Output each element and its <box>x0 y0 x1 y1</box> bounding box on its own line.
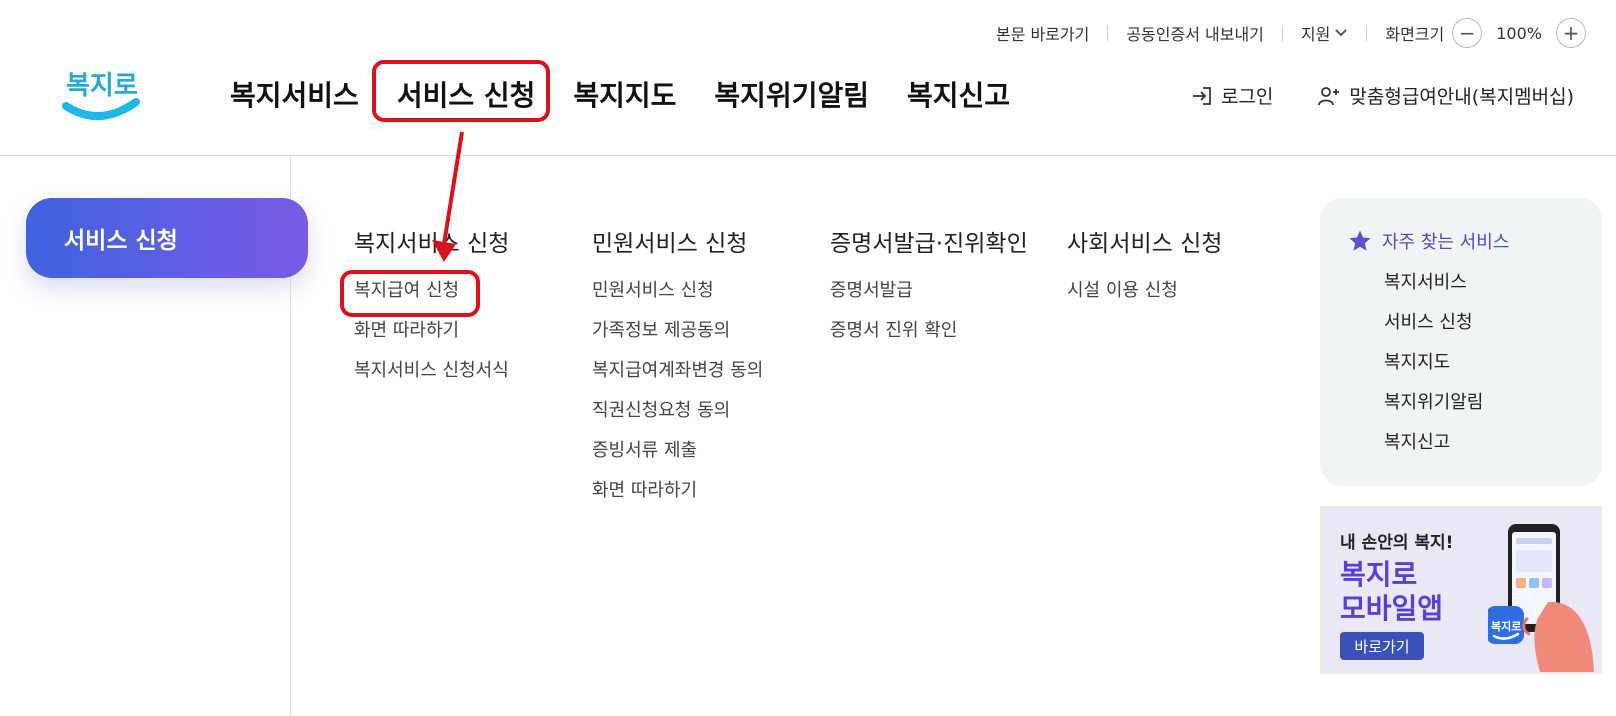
favorite-item[interactable]: 복지지도 <box>1384 352 1483 392</box>
favorite-services-panel: 자주 찾는 서비스 복지서비스 서비스 신청 복지지도 복지위기알림 복지신고 <box>1320 198 1602 486</box>
favorite-item[interactable]: 복지신고 <box>1384 432 1483 472</box>
menu-item-civil-service-application[interactable]: 민원서비스 신청 <box>592 280 763 320</box>
divider <box>1107 25 1109 41</box>
menu-column-title[interactable]: 복지서비스 신청 <box>354 224 509 258</box>
app-icon-label: 복지로 <box>1491 619 1521 633</box>
menu-column-certificates: 증명서발급·진위확인 증명서발급 증명서 진위 확인 <box>830 224 1028 360</box>
menu-item-account-change-consent[interactable]: 복지급여계좌변경 동의 <box>592 360 763 400</box>
menu-column-social-service: 사회서비스 신청 시설 이용 신청 <box>1067 224 1222 320</box>
menu-column-title[interactable]: 사회서비스 신청 <box>1067 224 1222 258</box>
language-select[interactable]: 지원 <box>1301 21 1348 45</box>
skip-to-content-link[interactable]: 본문 바로가기 <box>996 21 1089 45</box>
nav-welfare-report[interactable]: 복지신고 <box>907 74 1010 114</box>
membership-link[interactable]: 맞춤형급여안내(복지멤버십) <box>1317 82 1574 109</box>
zoom-in-button[interactable]: + <box>1556 18 1586 48</box>
bokjiro-logo[interactable]: 복지로 <box>62 58 140 128</box>
menu-item-family-info-consent[interactable]: 가족정보 제공동의 <box>592 320 763 360</box>
nav-welfare-crisis-alert[interactable]: 복지위기알림 <box>714 74 869 114</box>
language-label: 지원 <box>1300 25 1331 44</box>
zoom-value: 100% <box>1496 23 1542 43</box>
favorite-item[interactable]: 복지위기알림 <box>1384 392 1483 432</box>
mobile-app-banner[interactable]: 내 손안의 복지! 복지로 모바일앱 바로가기 복지로 <box>1320 506 1602 674</box>
login-label: 로그인 <box>1220 86 1274 108</box>
menu-column-title[interactable]: 증명서발급·진위확인 <box>830 224 1028 258</box>
menu-item-ex-officio-request[interactable]: 직권신청요청 동의 <box>592 400 763 440</box>
nav-welfare-service[interactable]: 복지서비스 <box>230 74 359 114</box>
favorite-item[interactable]: 복지서비스 <box>1384 272 1483 312</box>
phone-in-hand-icon: 복지로 <box>1488 524 1594 672</box>
logo-text: 복지로 <box>66 71 138 101</box>
menu-item-document-submission[interactable]: 증빙서류 제출 <box>592 440 763 480</box>
main-navigation: 복지서비스 서비스 신청 복지지도 복지위기알림 복지신고 <box>230 72 1010 116</box>
submenu-title: 서비스 신청 <box>26 198 308 278</box>
header-links: 로그인 맞춤형급여안내(복지멤버십) <box>1191 82 1574 109</box>
zoom-out-button[interactable]: − <box>1452 18 1483 48</box>
menu-item-certificate-issue[interactable]: 증명서발급 <box>830 280 1028 320</box>
chevron-down-icon <box>1335 29 1348 37</box>
divider <box>1366 25 1368 41</box>
menu-column-civil-service: 민원서비스 신청 민원서비스 신청 가족정보 제공동의 복지급여계좌변경 동의 … <box>592 224 763 520</box>
header-divider <box>0 155 1616 156</box>
menu-item-application-forms[interactable]: 복지서비스 신청서식 <box>354 360 509 400</box>
banner-tagline: 내 손안의 복지! <box>1340 533 1454 553</box>
user-add-icon <box>1318 86 1340 105</box>
menu-item-certificate-verify[interactable]: 증명서 진위 확인 <box>830 320 1028 360</box>
divider <box>1281 25 1283 41</box>
banner-headline: 복지로 모바일앱 <box>1340 558 1444 625</box>
zoom-control: 화면크기 − 100% + <box>1385 18 1586 48</box>
membership-label: 맞춤형급여안내(복지멤버십) <box>1349 86 1574 108</box>
cert-export-link[interactable]: 공동인증서 내보내기 <box>1126 21 1264 45</box>
highlight-box-menu-item <box>340 270 480 317</box>
utility-bar: 본문 바로가기 공동인증서 내보내기 지원 화면크기 − 100% + <box>996 18 1586 48</box>
menu-column-title[interactable]: 민원서비스 신청 <box>592 224 763 258</box>
nav-welfare-map[interactable]: 복지지도 <box>573 74 676 114</box>
login-link[interactable]: 로그인 <box>1191 82 1273 109</box>
star-icon <box>1349 230 1371 251</box>
zoom-label: 화면크기 <box>1385 25 1445 44</box>
banner-go-button[interactable]: 바로가기 <box>1340 632 1424 660</box>
favorite-services-title: 자주 찾는 서비스 <box>1348 228 1509 254</box>
highlight-box-nav <box>372 60 550 122</box>
favorite-item[interactable]: 서비스 신청 <box>1384 312 1483 352</box>
menu-item-facility-application[interactable]: 시설 이용 신청 <box>1067 280 1222 320</box>
menu-item-screen-guide[interactable]: 화면 따라하기 <box>592 480 763 520</box>
menu-item-screen-guide[interactable]: 화면 따라하기 <box>354 320 509 360</box>
login-icon <box>1192 86 1211 105</box>
